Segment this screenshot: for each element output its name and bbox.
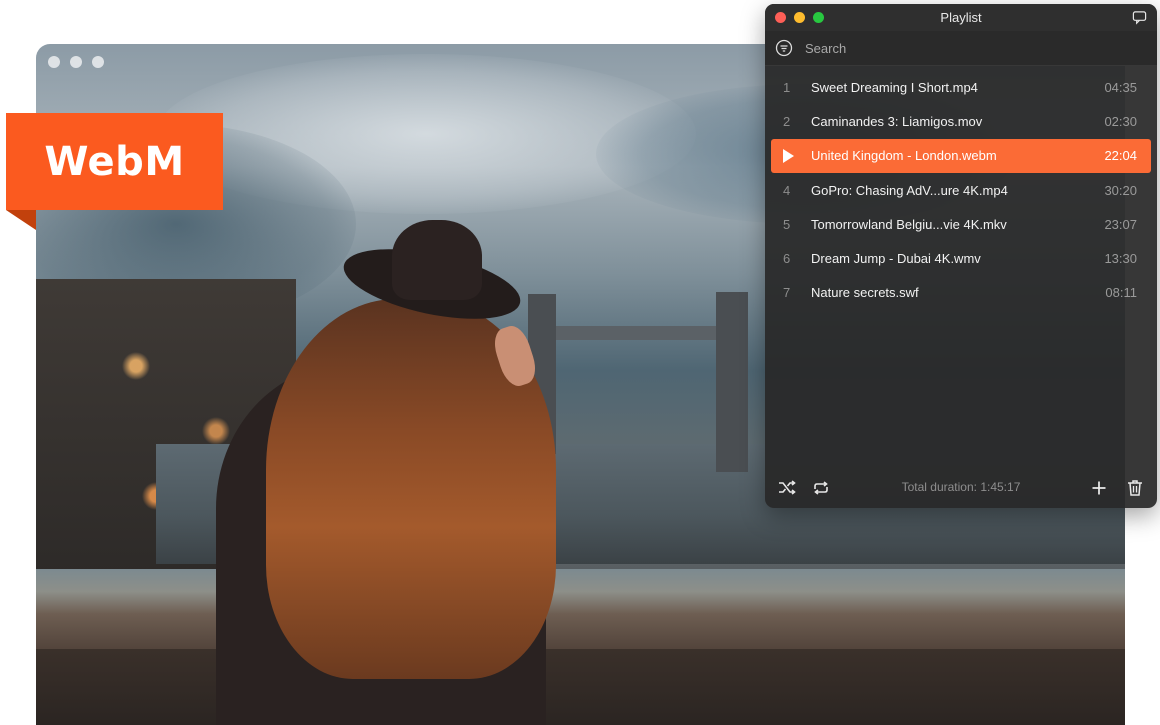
playlist-item[interactable]: 1 Sweet Dreaming I Short.mp4 04:35	[765, 70, 1157, 104]
playlist-item[interactable]: 7 Nature secrets.swf 08:11	[765, 276, 1157, 310]
plus-icon[interactable]	[1089, 478, 1109, 498]
playlist-maximize-button[interactable]	[813, 12, 824, 23]
playlist-item[interactable]: 2 Caminandes 3: Liamigos.mov 02:30	[765, 104, 1157, 138]
playlist-item[interactable]: 6 Dream Jump - Dubai 4K.wmv 13:30	[765, 241, 1157, 275]
search-bar	[765, 31, 1157, 66]
item-title: United Kingdom - London.webm	[811, 148, 997, 164]
playlist-window-controls[interactable]	[775, 12, 824, 23]
item-number: 7	[783, 285, 791, 301]
item-title: Dream Jump - Dubai 4K.wmv	[811, 251, 981, 267]
playlist-item[interactable]: 4 GoPro: Chasing AdV...ure 4K.mp4 30:20	[765, 173, 1157, 207]
window-minimize-button[interactable]	[70, 56, 82, 68]
item-duration: 30:20	[1104, 182, 1137, 198]
item-number: 2	[783, 113, 791, 129]
shuffle-icon[interactable]	[777, 478, 797, 498]
filter-search-icon[interactable]	[775, 39, 793, 57]
playlist-close-button[interactable]	[775, 12, 786, 23]
playlist-window: Playlist 1 Sweet Dreaming I Short.mp4 04…	[765, 4, 1157, 508]
format-badge: WebM	[6, 113, 223, 210]
item-number: 5	[783, 216, 791, 232]
playlist-minimize-button[interactable]	[794, 12, 805, 23]
playlist-titlebar[interactable]: Playlist	[765, 4, 1157, 31]
window-controls[interactable]	[48, 56, 104, 68]
item-number: 6	[783, 251, 791, 267]
video-frame-hat-crown	[392, 220, 482, 300]
playlist-footer: Total duration: 1:45:17	[765, 468, 1157, 508]
item-duration: 13:30	[1104, 251, 1137, 267]
playlist-title: Playlist	[940, 10, 982, 25]
item-title: Caminandes 3: Liamigos.mov	[811, 113, 983, 129]
playlist-item-playing[interactable]: United Kingdom - London.webm 22:04	[771, 138, 1151, 173]
item-title: GoPro: Chasing AdV...ure 4K.mp4	[811, 182, 1008, 198]
video-frame-railing	[36, 569, 1125, 659]
search-input[interactable]	[803, 39, 1107, 57]
item-duration: 23:07	[1104, 216, 1137, 232]
item-title: Tomorrowland Belgiu...vie 4K.mkv	[811, 216, 1007, 232]
trash-icon[interactable]	[1125, 478, 1145, 498]
item-duration: 04:35	[1104, 79, 1137, 95]
playlist-list: 1 Sweet Dreaming I Short.mp4 04:35 2 Cam…	[765, 66, 1157, 310]
badge-ribbon-fold	[6, 210, 36, 230]
video-frame-foreground	[36, 649, 1125, 725]
repeat-icon[interactable]	[811, 478, 831, 498]
item-title: Nature secrets.swf	[811, 285, 919, 301]
play-icon	[771, 148, 811, 163]
item-title: Sweet Dreaming I Short.mp4	[811, 79, 978, 95]
window-maximize-button[interactable]	[92, 56, 104, 68]
video-frame-bridge-tower	[716, 292, 748, 472]
item-number: 4	[783, 182, 791, 198]
item-duration: 22:04	[1104, 148, 1137, 164]
item-duration: 08:11	[1105, 285, 1137, 301]
video-frame-bridge-span	[556, 326, 716, 340]
playlist-item[interactable]: 5 Tomorrowland Belgiu...vie 4K.mkv 23:07	[765, 207, 1157, 241]
chat-bubble-icon[interactable]	[1132, 10, 1147, 25]
item-duration: 02:30	[1104, 113, 1137, 129]
window-close-button[interactable]	[48, 56, 60, 68]
item-number: 1	[783, 79, 791, 95]
